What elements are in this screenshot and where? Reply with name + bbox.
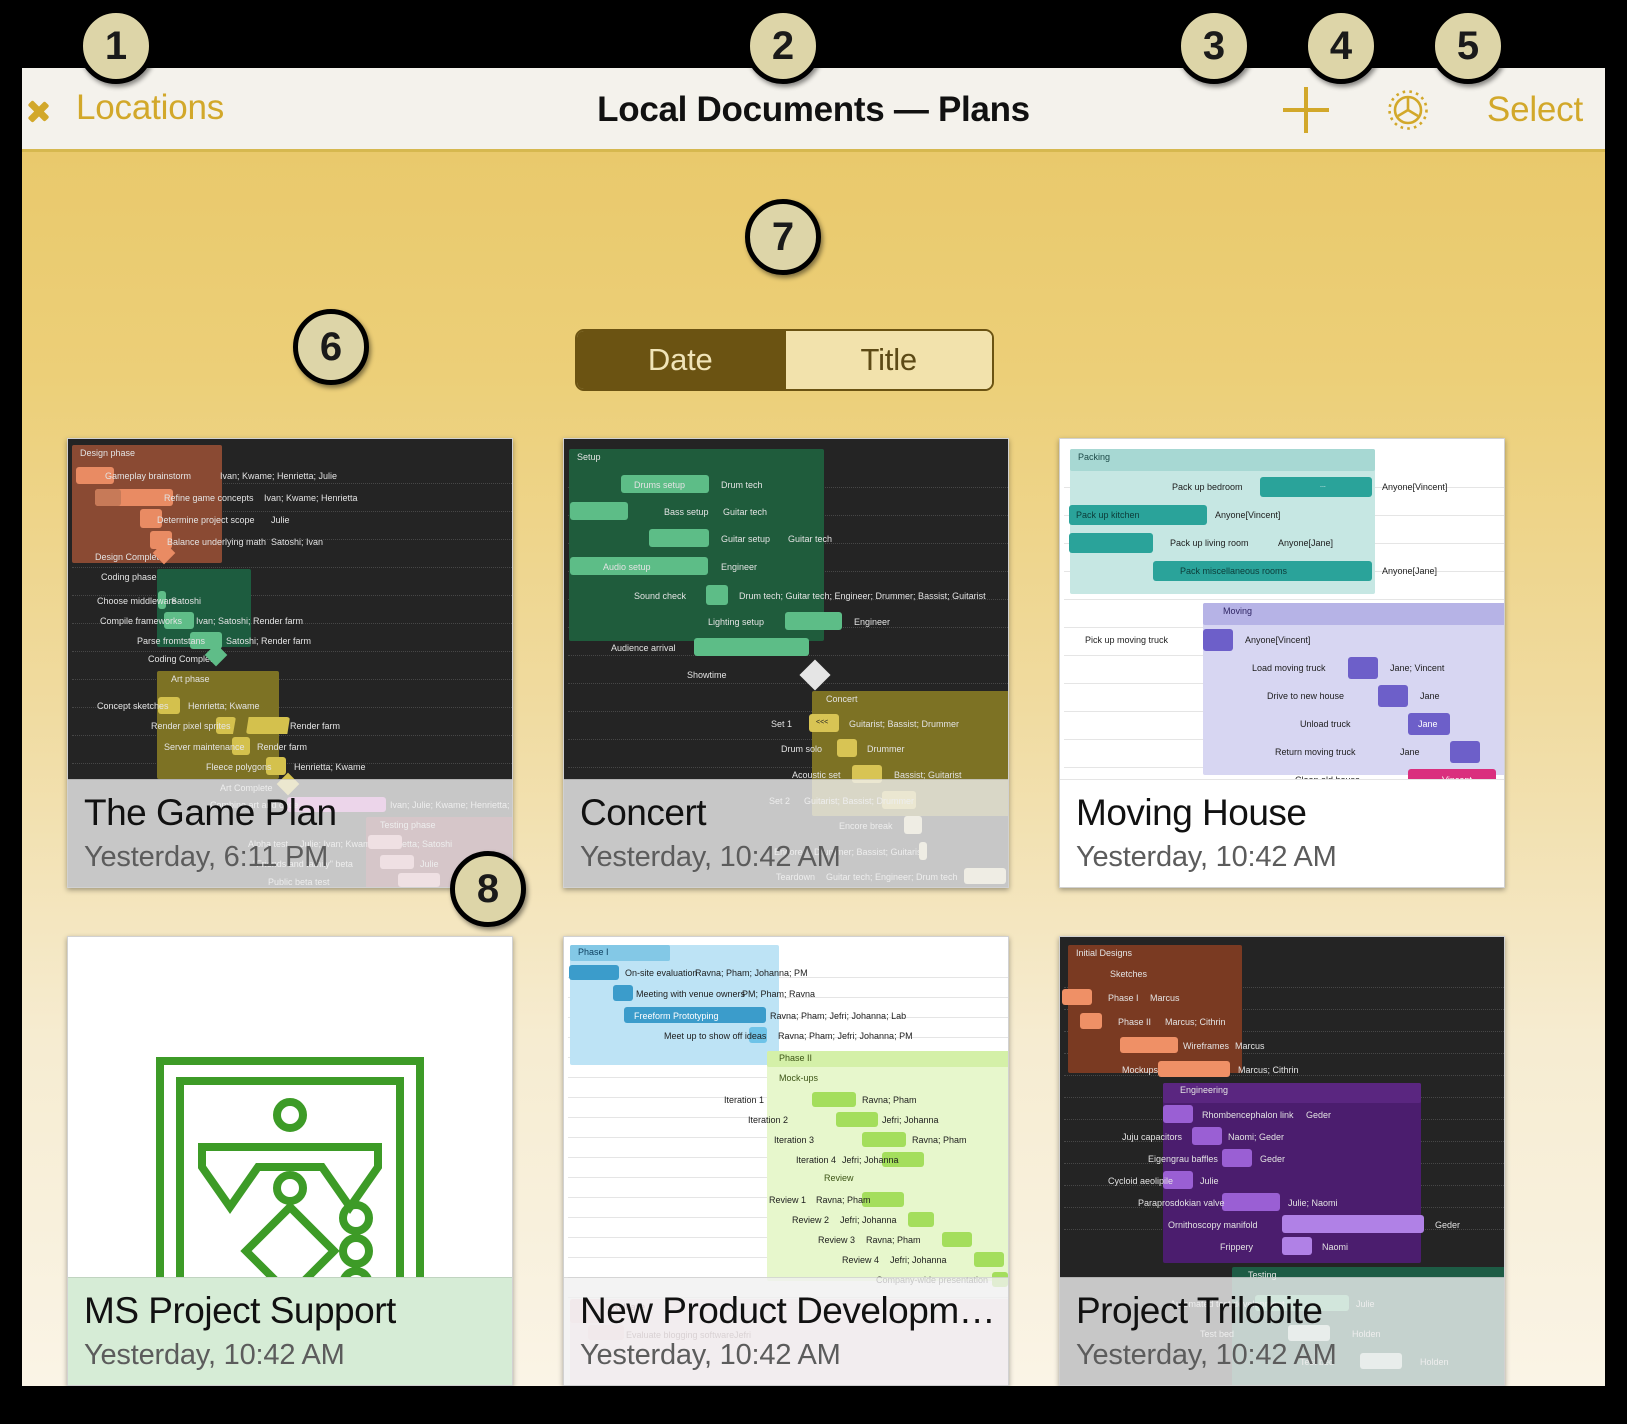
plus-icon[interactable] [1282,87,1329,133]
document-label: The Game Plan Yesterday, 6:11 PM [68,779,512,887]
document-date: Yesterday, 6:11 PM [84,841,329,873]
callout-badge-5: 5 [1430,8,1506,84]
document-label: MS Project Support Yesterday, 10:42 AM [68,1277,512,1385]
document-title: Moving House [1076,792,1307,833]
callout-badge-4: 4 [1303,8,1379,84]
navigation-bar: Locations Local Documents — Plans Select [22,68,1605,152]
document-label: Concert Yesterday, 10:42 AM [564,779,1008,887]
document-title: MS Project Support [84,1290,396,1331]
document-date: Yesterday, 10:42 AM [1076,1339,1337,1371]
document-date: Yesterday, 10:42 AM [580,1339,841,1371]
callout-badge-6: 6 [293,309,369,385]
document-date: Yesterday, 10:42 AM [84,1339,345,1371]
document-date: Yesterday, 10:42 AM [580,841,841,873]
document-grid: Design phase Gameplay brainstorm Ivan; K… [67,438,1557,1386]
callout-badge-2: 2 [745,8,821,84]
sort-segment-date[interactable]: Date [577,331,784,389]
callout-badge-1: 1 [78,8,154,84]
document-title: Concert [580,792,707,833]
document-label: Project Trilobite Yesterday, 10:42 AM [1060,1277,1504,1385]
gantt-group-label: Design phase [80,448,136,458]
document-card-concert[interactable]: Setup Drums setup Drum tech Bass setup G… [563,438,1009,888]
gear-icon[interactable] [1381,83,1435,137]
sort-segmented-control[interactable]: Date Title [575,329,994,391]
document-label: Moving House Yesterday, 10:42 AM [1060,779,1504,887]
select-button[interactable]: Select [1487,90,1583,130]
callout-badge-7: 7 [745,199,821,275]
document-title: New Product Developm… [580,1290,994,1331]
document-card-project-trilobite[interactable]: Initial Designs Sketches Phase I Marcus … [1059,936,1505,1386]
sort-segment-title[interactable]: Title [783,331,992,389]
document-title: Project Trilobite [1076,1290,1323,1331]
document-card-ms-project-support[interactable]: MS Project Support Yesterday, 10:42 AM [67,936,513,1386]
document-card-new-product-development[interactable]: Phase I On-site evaluation Ravna; Pham; … [563,936,1009,1386]
document-label: New Product Developm… Yesterday, 10:42 A… [564,1277,1008,1385]
document-date: Yesterday, 10:42 AM [1076,841,1337,873]
callout-badge-8: 8 [450,851,526,927]
document-card-moving-house[interactable]: Packing Pack up bedroom ... Anyone[Vince… [1059,438,1505,888]
content-area: Date Title Design phase Gameplay brainst… [22,152,1605,1386]
document-title: The Game Plan [84,792,337,833]
app-root: Locations Local Documents — Plans Select [0,0,1627,1424]
callout-badge-3: 3 [1176,8,1252,84]
device-screen: Locations Local Documents — Plans Select [22,68,1605,1386]
document-card-game-plan[interactable]: Design phase Gameplay brainstorm Ivan; K… [67,438,513,888]
